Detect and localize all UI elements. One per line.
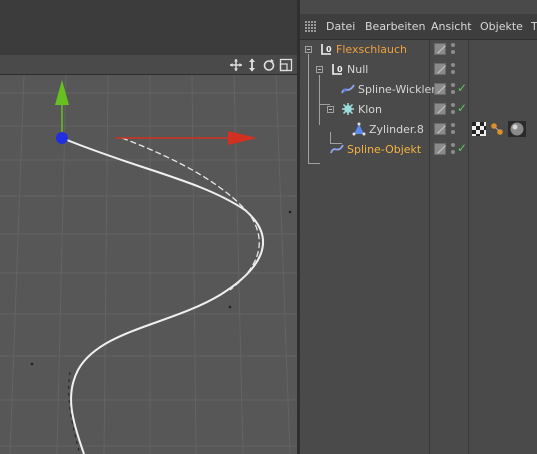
collapse-toggle-icon[interactable] bbox=[305, 46, 312, 53]
cylinder-icon bbox=[352, 122, 366, 136]
spline-wrap-icon bbox=[341, 82, 355, 96]
viewport-canvas[interactable] bbox=[0, 75, 297, 454]
enabled-check-icon[interactable]: ✓ bbox=[457, 141, 467, 155]
object-row-spline-objekt[interactable]: Spline-Objekt ✓ bbox=[300, 140, 537, 160]
visibility-dots-icon[interactable] bbox=[451, 82, 455, 96]
visibility-dots-icon[interactable] bbox=[451, 122, 455, 136]
zoom-view-icon[interactable] bbox=[245, 58, 259, 72]
collapse-toggle-icon[interactable] bbox=[327, 106, 334, 113]
null-object-icon: 0 bbox=[319, 42, 333, 56]
viewport-toolbar bbox=[0, 55, 297, 75]
object-tree: 0 Flexschlauch 0 Null Spline-Wickler ✓ K… bbox=[300, 40, 537, 454]
menu-datei[interactable]: Datei bbox=[326, 20, 355, 33]
pivot-point[interactable] bbox=[56, 132, 68, 144]
cloner-icon bbox=[341, 102, 355, 116]
enabled-check-icon[interactable]: ✓ bbox=[457, 81, 467, 95]
menu-tags[interactable]: T bbox=[531, 20, 537, 33]
object-manager-menubar: Datei Bearbeiten Ansicht Objekte T bbox=[300, 14, 537, 40]
collapse-toggle-icon[interactable] bbox=[316, 66, 323, 73]
grip-icon[interactable] bbox=[305, 21, 317, 32]
rotate-view-icon[interactable] bbox=[262, 58, 276, 72]
menu-bearbeiten[interactable]: Bearbeiten bbox=[365, 20, 425, 33]
object-name[interactable]: Zylinder.8 bbox=[369, 123, 424, 136]
layer-icon[interactable] bbox=[434, 143, 446, 155]
object-name[interactable]: Flexschlauch bbox=[336, 43, 407, 56]
layer-icon[interactable] bbox=[434, 63, 446, 75]
visibility-dots-icon[interactable] bbox=[451, 102, 455, 116]
maximize-view-icon[interactable] bbox=[279, 58, 293, 72]
menu-ansicht[interactable]: Ansicht bbox=[431, 20, 472, 33]
visibility-dots-icon[interactable] bbox=[451, 62, 455, 76]
visibility-dots-icon[interactable] bbox=[451, 42, 455, 56]
object-manager: Datei Bearbeiten Ansicht Objekte T 0 Fle… bbox=[300, 14, 537, 454]
move-view-icon[interactable] bbox=[229, 58, 243, 72]
y-axis-handle[interactable] bbox=[55, 80, 69, 138]
layer-icon[interactable] bbox=[434, 83, 446, 95]
sphere-material-icon[interactable] bbox=[508, 121, 526, 137]
object-row-spline-wickler[interactable]: Spline-Wickler ✓ bbox=[300, 80, 537, 100]
checker-material-icon[interactable] bbox=[472, 122, 486, 136]
spline-icon bbox=[330, 142, 344, 156]
tree-connector bbox=[308, 163, 320, 164]
viewport-panel[interactable] bbox=[0, 0, 297, 454]
visibility-dots-icon[interactable] bbox=[451, 142, 455, 156]
object-row-zylinder[interactable]: Zylinder.8 bbox=[300, 120, 537, 140]
layer-icon[interactable] bbox=[434, 123, 446, 135]
viewport-upper-area bbox=[0, 0, 297, 55]
layer-icon[interactable] bbox=[434, 43, 446, 55]
object-name[interactable]: Spline-Objekt bbox=[347, 143, 421, 156]
phong-tag-icon[interactable] bbox=[490, 122, 504, 136]
svg-text:0: 0 bbox=[326, 45, 332, 54]
object-name[interactable]: Spline-Wickler bbox=[358, 83, 436, 96]
object-row-klon[interactable]: Klon ✓ bbox=[300, 100, 537, 120]
null-object-icon: 0 bbox=[330, 62, 344, 76]
layer-icon[interactable] bbox=[434, 103, 446, 115]
svg-text:0: 0 bbox=[337, 65, 343, 74]
object-name[interactable]: Null bbox=[347, 63, 368, 76]
spline-curve[interactable] bbox=[61, 137, 264, 454]
menu-objekte[interactable]: Objekte bbox=[480, 20, 523, 33]
scene-render bbox=[0, 75, 297, 454]
enabled-check-icon[interactable]: ✓ bbox=[457, 101, 467, 115]
object-name[interactable]: Klon bbox=[358, 103, 382, 116]
object-row-null[interactable]: 0 Null bbox=[300, 60, 537, 80]
object-row-flexschlauch[interactable]: 0 Flexschlauch bbox=[300, 40, 537, 60]
